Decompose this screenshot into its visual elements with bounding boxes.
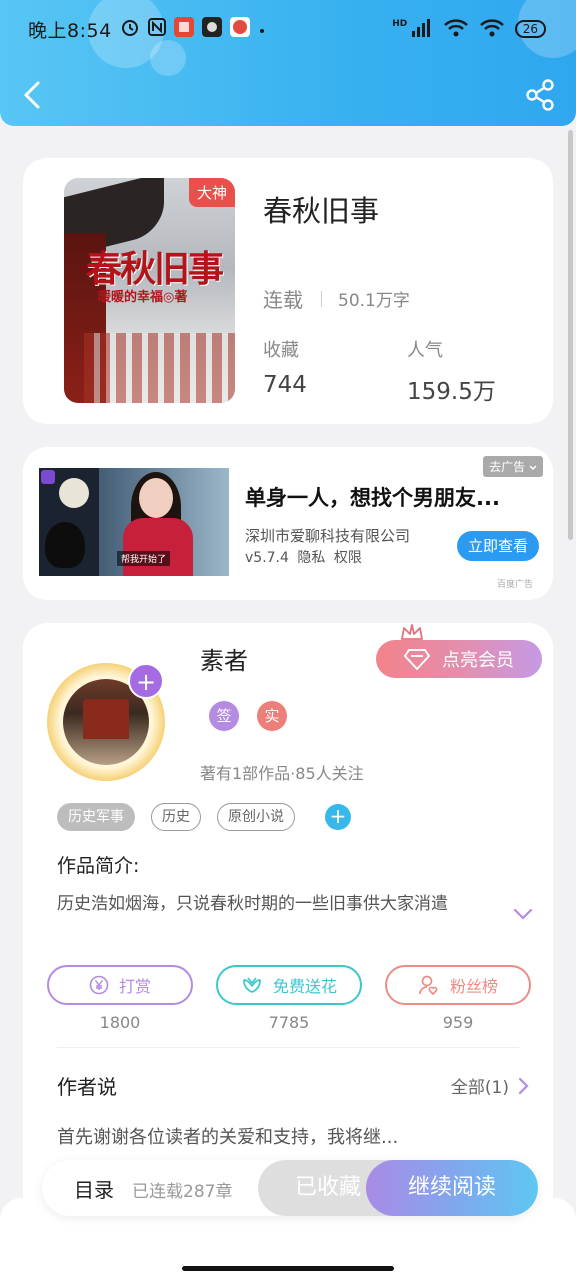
ad-permission-link[interactable]: 权限 <box>334 550 362 566</box>
word-count: 50.1万字 <box>338 291 410 311</box>
header-bar: 晚上8:54 HD 26 <box>0 0 576 126</box>
favorites-value: 744 <box>263 372 307 398</box>
cover-author-art: 暖暖的幸福◎著 <box>98 290 188 305</box>
intro-text: 历史浩如烟海，只说春秋时期的一些旧事供大家消遣 <box>57 894 448 914</box>
author-level-badge: 大神 <box>188 178 235 207</box>
remove-ad-button[interactable]: 去广告 <box>483 456 543 477</box>
fan-rank-button[interactable]: 粉丝榜 <box>385 965 531 1005</box>
author-says-preview[interactable]: 首先谢谢各位读者的关爱和支持，我将继... <box>57 1123 398 1149</box>
app-notification-icon <box>229 16 250 42</box>
tag-item[interactable]: 历史 <box>151 803 201 831</box>
battery-indicator: 26 <box>514 20 546 38</box>
fan-count: 959 <box>442 1013 474 1032</box>
nfc-icon <box>147 17 166 41</box>
flower-icon <box>243 977 261 993</box>
intro-heading: 作品简介: <box>57 855 140 877</box>
status-bar: 晚上8:54 HD 26 <box>28 14 546 44</box>
status-time: 晚上8:54 <box>28 19 112 42</box>
favorites-stat: 收藏 744 <box>263 336 307 398</box>
ad-app-logo <box>41 470 55 484</box>
tag-list: 历史军事 历史 原创小说 + <box>57 803 351 831</box>
add-tag-button[interactable]: + <box>325 804 351 830</box>
verified-badge: 实 <box>257 701 287 731</box>
chapter-count: 已连载287章 <box>132 1182 233 1202</box>
alarm-icon <box>120 17 140 42</box>
ad-version: v5.7.4 <box>245 550 289 566</box>
reward-count: 1800 <box>99 1013 141 1032</box>
yen-coin-icon <box>89 975 109 995</box>
wifi-icon <box>479 18 505 41</box>
fan-rank-action: 粉丝榜 959 <box>385 965 531 1032</box>
ad-image-caption: 帮我开始了 <box>117 551 171 566</box>
back-button[interactable] <box>18 78 48 112</box>
book-cover[interactable]: 春秋旧事 暖暖的幸福◎著 大神 <box>64 178 235 403</box>
author-works-info: 著有1部作品·85人关注 <box>200 764 364 783</box>
divider <box>57 1047 519 1048</box>
bottom-action-bar: 目录 已连载287章 已收藏 继续阅读 <box>42 1160 538 1216</box>
favorites-label: 收藏 <box>263 340 299 361</box>
author-name: 素者 <box>200 647 248 675</box>
chevron-down-icon[interactable] <box>513 907 533 921</box>
signal-icon: HD <box>392 18 433 40</box>
chevron-right-icon <box>518 1077 529 1094</box>
author-says-heading: 作者说 <box>57 1075 117 1099</box>
popularity-label: 人气 <box>407 340 443 361</box>
ad-source-label: 百度广告 <box>496 580 533 590</box>
book-status-line: 连载 50.1万字 <box>263 284 410 313</box>
continue-reading-button[interactable]: 继续阅读 <box>366 1160 538 1216</box>
toc-button[interactable]: 目录 <box>74 1174 114 1203</box>
ad-cta-button[interactable]: 立即查看 <box>457 531 539 561</box>
share-icon <box>526 79 554 111</box>
share-button[interactable] <box>524 78 556 112</box>
decor-bubble <box>150 40 186 76</box>
scrollbar[interactable] <box>568 130 573 540</box>
popularity-stat: 人气 159.5万 <box>407 336 496 406</box>
home-indicator[interactable] <box>182 1266 394 1271</box>
signed-badge: 签 <box>209 701 239 731</box>
popularity-value: 159.5万 <box>407 379 496 405</box>
reward-action: 打赏 1800 <box>47 965 193 1032</box>
crown-icon <box>401 624 423 640</box>
app-notification-icon <box>173 16 194 42</box>
tag-item[interactable]: 原创小说 <box>217 803 295 831</box>
serial-status: 连载 <box>263 288 303 312</box>
ad-headline: 单身一人，想找个男朋友... <box>245 486 500 510</box>
app-notification-icon <box>201 16 222 42</box>
action-buttons: 打赏 1800 免费送花 7785 粉丝榜 959 <box>47 965 531 1032</box>
vip-button[interactable]: 点亮会员 <box>376 640 542 678</box>
ad-privacy-link[interactable]: 隐私 <box>297 550 325 566</box>
chevron-left-icon <box>24 81 40 109</box>
flower-action: 免费送花 7785 <box>216 965 362 1032</box>
tag-item[interactable]: 历史军事 <box>57 803 135 831</box>
view-all-button[interactable]: 全部(1) <box>451 1073 529 1098</box>
cover-title-art: 春秋旧事 <box>86 248 224 290</box>
reward-button[interactable]: 打赏 <box>47 965 193 1005</box>
chevron-down-icon <box>529 465 537 471</box>
ad-image[interactable]: 帮我开始了 <box>39 468 229 576</box>
ad-meta: v5.7.4 隐私 权限 <box>245 547 366 567</box>
flower-count: 7785 <box>268 1013 310 1032</box>
book-info-card: 春秋旧事 暖暖的幸福◎著 大神 春秋旧事 连载 50.1万字 收藏 744 人气… <box>23 158 553 424</box>
ad-company: 深圳市爱聊科技有限公司 <box>245 527 411 545</box>
book-title: 春秋旧事 <box>263 194 380 228</box>
fan-heart-icon <box>419 975 438 996</box>
more-dot-icon <box>258 18 266 40</box>
wifi-icon <box>443 18 469 41</box>
follow-button[interactable]: + <box>128 663 164 699</box>
diamond-icon <box>404 649 430 670</box>
send-flower-button[interactable]: 免费送花 <box>216 965 362 1005</box>
divider <box>321 290 322 307</box>
ad-card[interactable]: 帮我开始了 去广告 单身一人，想找个男朋友... 深圳市爱聊科技有限公司 v5.… <box>23 447 553 600</box>
